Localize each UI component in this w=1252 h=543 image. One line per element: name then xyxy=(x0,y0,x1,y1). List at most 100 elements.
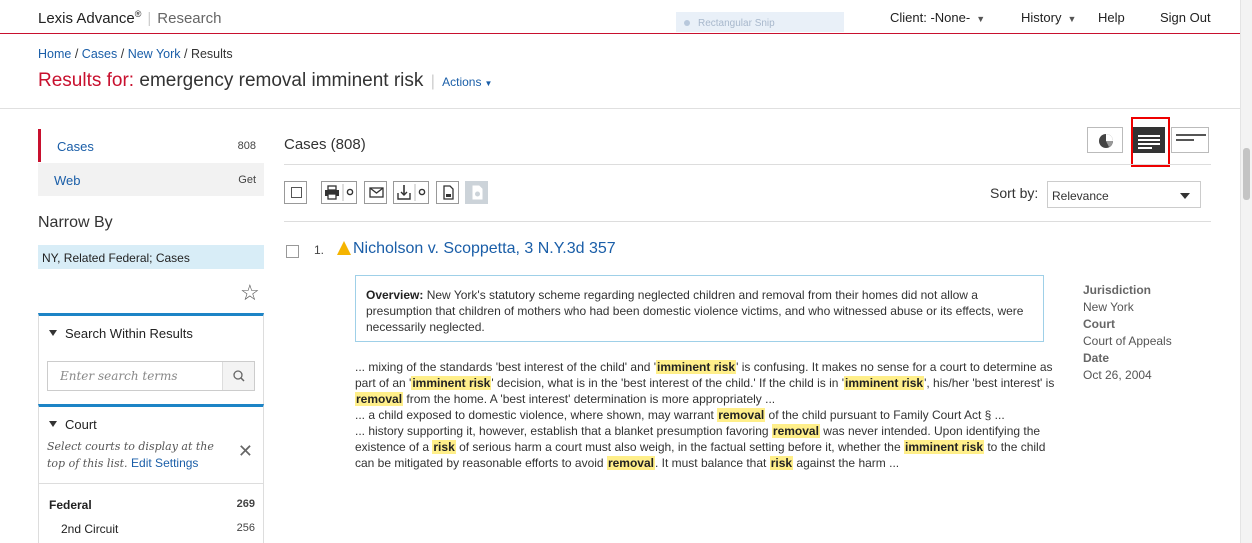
snippet-text: . It must balance that xyxy=(654,456,770,470)
toolbar-divider xyxy=(284,221,1211,222)
snip-label: Rectangular Snip xyxy=(698,18,775,29)
sidebar-tab-count: Get xyxy=(238,174,256,186)
checkbox-icon xyxy=(291,187,302,198)
save-to-folder-button[interactable] xyxy=(436,181,459,204)
email-button[interactable] xyxy=(364,181,387,204)
breadcrumb-separator: / xyxy=(183,47,188,61)
chevron-down-icon xyxy=(1180,193,1190,199)
snip-icon xyxy=(684,20,690,26)
search-hit: risk xyxy=(432,440,456,454)
result-title-link[interactable]: Nicholson v. Scoppetta, 3 N.Y.3d 357 xyxy=(353,240,616,258)
court-row-label: 2nd Circuit xyxy=(61,522,119,536)
court-panel: Court Select courts to display at the to… xyxy=(38,404,264,543)
brand[interactable]: Lexis Advance® | Research xyxy=(38,9,221,27)
result-snippets: ... mixing of the standards 'best intere… xyxy=(355,359,1055,471)
edit-settings-link[interactable]: Edit Settings xyxy=(131,456,198,470)
narrow-by-heading: Narrow By xyxy=(38,214,113,231)
breadcrumb: Home / Cases / New York / Results xyxy=(38,47,233,61)
page-scrollbar[interactable] xyxy=(1240,0,1252,543)
actions-menu[interactable]: Actions ▼ xyxy=(442,75,492,89)
actions-label: Actions xyxy=(442,75,482,89)
results-for-label: Results for: xyxy=(38,70,135,91)
alert-button-disabled[interactable] xyxy=(465,181,488,204)
client-menu[interactable]: Client: -None- ▼ xyxy=(890,10,985,25)
sidebar-tab-web[interactable]: Web Get xyxy=(38,163,264,196)
snippet-text: ... history supporting it, however, esta… xyxy=(355,424,772,438)
download-button[interactable] xyxy=(393,181,429,204)
sidebar-tab-cases[interactable]: Cases 808 xyxy=(38,129,264,162)
overview-text: New York's statutory scheme regarding ne… xyxy=(366,288,1024,334)
snippet: ... mixing of the standards 'best intere… xyxy=(355,359,1055,407)
star-icon[interactable]: ☆ xyxy=(240,280,260,306)
court-label: Court xyxy=(1083,317,1115,331)
breadcrumb-new-york[interactable]: New York xyxy=(128,47,181,61)
search-hit: imminent risk xyxy=(844,376,925,390)
result-number: 1. xyxy=(314,243,325,257)
results-divider xyxy=(284,164,1211,165)
chevron-down-icon: ▼ xyxy=(484,79,493,88)
narrow-filter-chip[interactable]: NY, Related Federal; Cases xyxy=(38,245,264,269)
overview-label: Overview: xyxy=(366,288,424,302)
search-icon xyxy=(233,370,245,382)
brand-separator: | xyxy=(147,10,152,27)
document-icon xyxy=(443,185,454,200)
short-view-button[interactable] xyxy=(1171,127,1209,153)
search-hit: removal xyxy=(606,456,655,470)
pie-view-button[interactable] xyxy=(1087,127,1123,153)
history-menu[interactable]: History ▼ xyxy=(1021,10,1076,25)
court-row-label: Federal xyxy=(49,498,92,512)
download-icon xyxy=(397,184,426,201)
search-hit: imminent risk xyxy=(903,440,985,454)
close-icon[interactable]: ✕ xyxy=(238,441,253,462)
court-heading: Court xyxy=(65,417,97,432)
result-checkbox[interactable] xyxy=(286,245,299,258)
court-row-count: 256 xyxy=(236,522,255,534)
client-label: Client: -None- xyxy=(890,10,971,25)
breadcrumb-cases[interactable]: Cases xyxy=(82,47,117,61)
pie-chart-icon xyxy=(1099,134,1113,148)
search-within-input[interactable] xyxy=(48,362,222,390)
jurisdiction-label: Jurisdiction xyxy=(1083,283,1152,297)
search-hit: removal xyxy=(717,408,766,422)
scrollbar-thumb[interactable] xyxy=(1243,148,1250,200)
search-hit: risk xyxy=(769,456,794,470)
print-button[interactable] xyxy=(321,181,357,204)
sort-by-value: Relevance xyxy=(1052,189,1109,203)
brand-subtitle: Research xyxy=(157,10,222,27)
court-toggle[interactable]: Court xyxy=(49,417,97,432)
help-link[interactable]: Help xyxy=(1098,10,1125,25)
selection-highlight-box xyxy=(1131,117,1170,167)
printer-icon xyxy=(325,184,354,201)
rectangular-snip-overlay: Rectangular Snip xyxy=(676,12,844,32)
result-overview: Overview: New York's statutory scheme re… xyxy=(355,275,1044,342)
caret-down-icon xyxy=(49,421,57,427)
select-all-checkbox[interactable] xyxy=(284,181,307,204)
brand-registered-mark: ® xyxy=(134,9,142,19)
court-row-2nd-circuit[interactable]: 2nd Circuit 256 xyxy=(49,522,255,536)
search-within-heading: Search Within Results xyxy=(65,326,193,341)
envelope-icon xyxy=(369,187,384,198)
date-value: Oct 26, 2004 xyxy=(1083,368,1152,382)
snippet-text: ', his/her 'best interest' is xyxy=(924,376,1055,390)
result-metadata: Jurisdiction New York Court Court of App… xyxy=(1083,282,1172,384)
court-row-count: 269 xyxy=(236,498,255,510)
search-within-panel: Search Within Results xyxy=(38,313,264,405)
sign-out-link[interactable]: Sign Out xyxy=(1160,10,1211,25)
court-row-federal[interactable]: Federal 269 xyxy=(49,498,255,512)
snippet-text: ... mixing of the standards 'best intere… xyxy=(355,360,657,374)
breadcrumb-home[interactable]: Home xyxy=(38,47,71,61)
search-query: emergency removal imminent risk xyxy=(139,70,424,91)
results-heading: Cases (808) xyxy=(284,136,366,153)
snippet: ... history supporting it, however, esta… xyxy=(355,423,1055,471)
search-hit: removal xyxy=(771,424,820,438)
jurisdiction-value: New York xyxy=(1083,300,1134,314)
breadcrumb-current: Results xyxy=(190,47,233,61)
search-within-toggle[interactable]: Search Within Results xyxy=(49,326,193,341)
title-divider: | xyxy=(430,73,435,90)
snippet-text: against the harm ... xyxy=(793,456,900,470)
search-button[interactable] xyxy=(222,362,254,390)
warning-triangle-icon[interactable] xyxy=(336,240,352,261)
sort-by-select[interactable]: Relevance xyxy=(1047,181,1201,208)
date-label: Date xyxy=(1083,351,1110,365)
sidebar-tab-label: Web xyxy=(54,173,81,188)
